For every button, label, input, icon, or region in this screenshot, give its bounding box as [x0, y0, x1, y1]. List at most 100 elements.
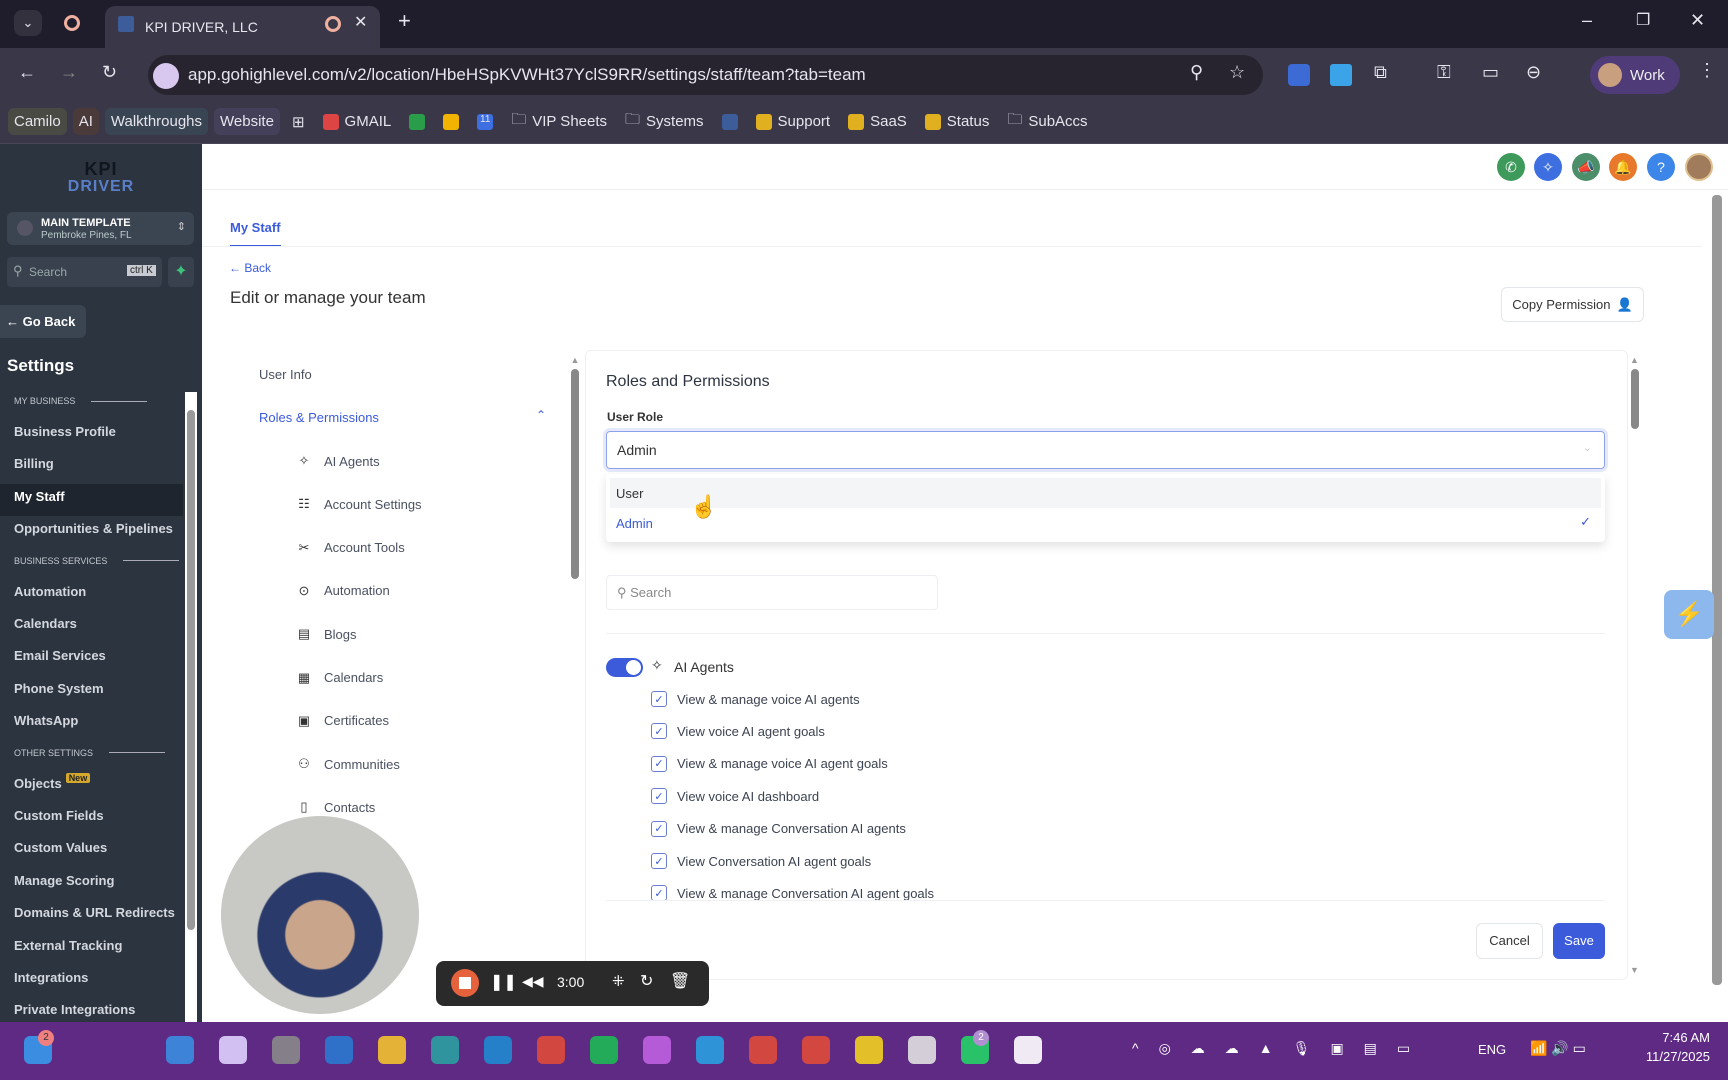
- new-tab-icon[interactable]: +: [398, 8, 411, 34]
- extension-icon[interactable]: [1330, 64, 1352, 86]
- address-bar[interactable]: app.gohighlevel.com/v2/location/HbeHSpKV…: [148, 55, 1263, 95]
- menu-icon[interactable]: ⋮: [1698, 60, 1716, 81]
- permission-item[interactable]: ✓ View & manage voice AI agent goals: [651, 755, 888, 772]
- bookmark-vip-sheets[interactable]: 🗀 VIP Sheets: [505, 104, 613, 139]
- bookmark-subaccs[interactable]: 🗀 SubAccs: [1001, 104, 1093, 139]
- rewind-icon[interactable]: ◀◀: [522, 973, 544, 990]
- ai-agents-toggle[interactable]: [606, 658, 643, 677]
- taskbar-app-icon[interactable]: [590, 1036, 618, 1064]
- bookmark-status[interactable]: Status: [919, 108, 996, 135]
- permission-item[interactable]: ✓ View voice AI dashboard: [651, 788, 819, 805]
- sidebar-item[interactable]: My Staff: [14, 489, 65, 504]
- taskbar-app-icon[interactable]: [696, 1036, 724, 1064]
- bookmark-walkthroughs[interactable]: Walkthroughs: [104, 108, 209, 135]
- apps-grid-icon[interactable]: ⊞: [286, 108, 311, 136]
- grid-icon[interactable]: ⁜: [612, 972, 625, 990]
- reload-icon[interactable]: ↻: [102, 62, 117, 83]
- card-scrollbar[interactable]: ▲ ▼: [1630, 355, 1640, 975]
- bookmark-meet[interactable]: [437, 109, 465, 135]
- subnav-user-info[interactable]: User Info: [259, 367, 312, 382]
- sidebar-item[interactable]: Opportunities & Pipelines: [14, 521, 173, 536]
- back-icon[interactable]: ←: [18, 62, 36, 83]
- site-info-icon[interactable]: [153, 63, 179, 89]
- subnav-item[interactable]: ▣ Certificates: [296, 713, 389, 729]
- sidebar-item[interactable]: Calendars: [14, 616, 77, 631]
- go-back-button[interactable]: ← Go Back: [0, 305, 86, 338]
- checkbox-checked[interactable]: ✓: [651, 788, 667, 805]
- sidebar-scrollbar[interactable]: [185, 392, 197, 1022]
- sidebar-item[interactable]: Integrations: [14, 970, 88, 985]
- sidebar-item[interactable]: Custom Fields: [14, 808, 104, 823]
- subnav-item[interactable]: ▯ Contacts: [296, 799, 375, 815]
- link-icon[interactable]: ⊖: [1526, 62, 1541, 83]
- option-admin[interactable]: Admin ✓: [610, 508, 1601, 538]
- sidebar-search[interactable]: ⚲ Search ctrl K: [7, 257, 162, 287]
- wifi-volume-battery-icon[interactable]: 📶 🔊 ▭: [1530, 1040, 1586, 1057]
- taskbar-app-icon[interactable]: [272, 1036, 300, 1064]
- taskbar-app-icon[interactable]: [537, 1036, 565, 1064]
- checkbox-checked[interactable]: ✓: [651, 691, 667, 707]
- location-switcher[interactable]: MAIN TEMPLATE Pembroke Pines, FL ⇕: [7, 212, 194, 245]
- tab-list-button[interactable]: ⌄: [14, 10, 42, 36]
- sidebar-item[interactable]: Manage Scoring: [14, 873, 114, 888]
- bookmark-support[interactable]: Support: [750, 108, 837, 135]
- taskbar-app-icon[interactable]: [802, 1036, 830, 1064]
- trash-icon[interactable]: 🗑: [670, 971, 690, 991]
- bookmark-drive[interactable]: [403, 109, 431, 135]
- copy-permission-button[interactable]: Copy Permission 👤: [1501, 287, 1644, 322]
- subnav-item[interactable]: ▦ Calendars: [296, 670, 383, 686]
- tab-my-staff[interactable]: My Staff: [230, 220, 281, 247]
- checkbox-checked[interactable]: ✓: [651, 755, 667, 772]
- taskbar-app-icon[interactable]: [166, 1036, 194, 1064]
- user-role-select[interactable]: Admin ⌄: [606, 431, 1605, 469]
- subnav-item[interactable]: ⚇ Communities: [296, 756, 400, 772]
- bookmark-calendar[interactable]: 11: [471, 109, 499, 135]
- phone-icon[interactable]: ✆: [1497, 153, 1525, 181]
- pause-icon[interactable]: ❚❚: [490, 972, 517, 992]
- permission-search-input[interactable]: ⚲ Search: [606, 575, 938, 610]
- minimize-icon[interactable]: –: [1582, 10, 1592, 31]
- sidebar-item[interactable]: Automation: [14, 584, 86, 599]
- permission-item[interactable]: ✓ View & manage voice AI agents: [651, 691, 860, 707]
- subnav-item[interactable]: ▤ Blogs: [296, 626, 357, 642]
- sidebar-item[interactable]: Billing: [14, 456, 54, 471]
- extensions-puzzle-icon[interactable]: ⧉: [1374, 62, 1387, 83]
- zoom-icon[interactable]: ⚲: [1190, 62, 1203, 83]
- sidebar-item[interactable]: Email Services: [14, 648, 106, 663]
- close-tab-icon[interactable]: ✕: [354, 12, 367, 32]
- bookmark-saas[interactable]: SaaS: [842, 108, 913, 135]
- sidebar-item[interactable]: WhatsApp: [14, 713, 78, 728]
- taskbar-app-icon[interactable]: [431, 1036, 459, 1064]
- floating-widget-icon[interactable]: ⚡: [1664, 590, 1714, 639]
- bookmark-website[interactable]: Website: [214, 108, 280, 135]
- permission-item[interactable]: ✓ View & manage Conversation AI agents: [651, 820, 906, 837]
- permission-item[interactable]: ✓ View & manage Conversation AI agent goa…: [651, 885, 934, 902]
- close-window-icon[interactable]: ✕: [1690, 10, 1705, 31]
- record-tab-icon[interactable]: [64, 15, 80, 31]
- subnav-item[interactable]: ⊙ Automation: [296, 583, 390, 599]
- system-tray[interactable]: ^ ◎ ☁ ☁ ▲ 🎙 ▣ ▤ ▭: [1132, 1040, 1410, 1057]
- announcement-icon[interactable]: 📣: [1572, 153, 1600, 181]
- user-avatar[interactable]: [1685, 153, 1713, 181]
- taskbar-app-icon[interactable]: [325, 1036, 353, 1064]
- taskbar-app-icon[interactable]: [1014, 1036, 1042, 1064]
- chevron-up-icon[interactable]: ⌃: [536, 408, 546, 422]
- option-user[interactable]: User: [610, 478, 1601, 508]
- subnav-item[interactable]: ☷ Account Settings: [296, 496, 421, 512]
- forward-icon[interactable]: →: [60, 62, 78, 83]
- cancel-button[interactable]: Cancel: [1476, 923, 1543, 959]
- bookmark-camilo[interactable]: Camilo: [8, 108, 67, 135]
- taskbar-app-icon[interactable]: [908, 1036, 936, 1064]
- sidebar-item[interactable]: Domains & URL Redirects: [14, 905, 175, 920]
- restore-icon[interactable]: ❐: [1636, 10, 1650, 30]
- quick-action-icon[interactable]: ✦: [168, 257, 194, 287]
- taskbar-app-icon[interactable]: [855, 1036, 883, 1064]
- checkbox-checked[interactable]: ✓: [651, 885, 667, 902]
- sidebar-item[interactable]: Custom Values: [14, 840, 107, 855]
- notification-bell-icon[interactable]: 🔔: [1609, 153, 1637, 181]
- taskbar-app-icon[interactable]: [643, 1036, 671, 1064]
- subnav-item[interactable]: ✂ Account Tools: [296, 540, 405, 556]
- bookmark-systems[interactable]: 🗀 Systems: [619, 104, 710, 139]
- restart-icon[interactable]: ↻: [640, 971, 653, 991]
- bookmark-kpi[interactable]: [716, 109, 744, 135]
